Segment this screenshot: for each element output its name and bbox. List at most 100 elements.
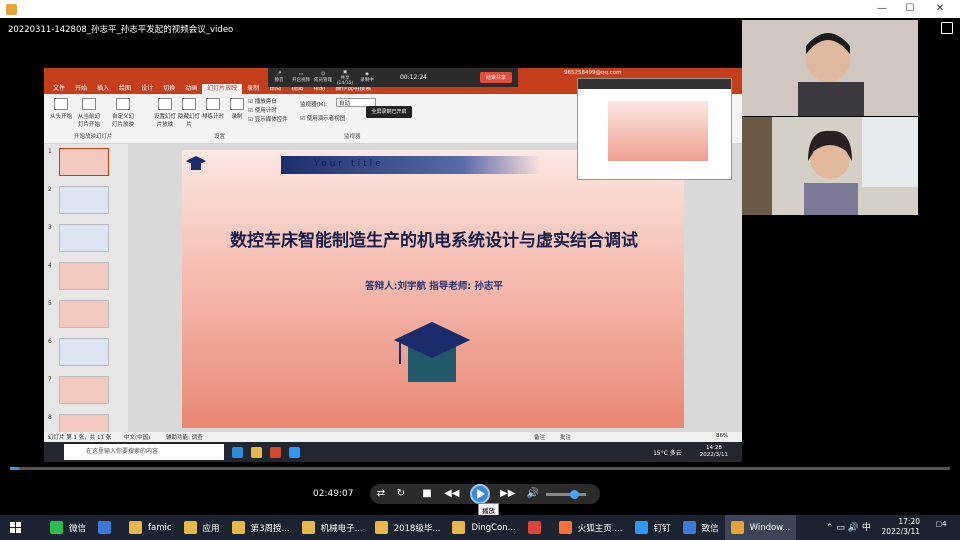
group-monitor: 监视器 [344,134,361,140]
seek-bar[interactable] [10,467,950,470]
folder-icon[interactable] [251,446,262,458]
ppt-tab-2[interactable]: 插入 [92,84,114,94]
taskbar-item[interactable]: 第3周授... [226,515,296,540]
taskbar-item[interactable]: 火狐主页 ... [553,515,629,540]
check-narration[interactable]: ☑ 播放旁白 [248,98,288,107]
taskbar-item[interactable] [92,515,123,540]
ppt-tab-6[interactable]: 动画 [180,84,202,94]
ribbon-hide-slide[interactable]: 隐藏幻灯片 [176,98,202,128]
ppt-tab-0[interactable]: 文件 [48,84,70,94]
powerpoint-icon[interactable] [270,446,281,458]
close-button[interactable]: ✕ [930,2,950,16]
taskbar-label: 第3周授... [250,523,290,534]
slide-thumbnail[interactable] [59,338,109,366]
app-icon [98,521,112,534]
slide-subtitle: 答辩人:刘宇航 指导老师: 孙志平 [365,281,503,292]
app-icon [231,521,245,534]
ime-indicator[interactable]: 中 [862,523,871,533]
thumbnail-number: 4 [48,262,52,269]
app-icon [301,521,315,534]
account-email: 965258499@qq.com [564,70,622,76]
taskbar-item[interactable]: 微信 [44,515,92,540]
notification-icon[interactable]: ▢4 [934,520,948,534]
ribbon-record[interactable]: 录制 [224,98,250,120]
ppt-tab-8[interactable]: 录制 [242,84,264,94]
slide-count: 幻灯片 第 1 张，共 11 张 [48,435,112,441]
maximize-button[interactable]: ☐ [900,2,920,16]
slide-thumbnail[interactable] [59,224,109,252]
start-button[interactable] [0,515,32,540]
taskbar-item[interactable]: Window... [724,515,797,540]
shuffle-icon[interactable]: ⇄ [374,487,388,501]
next-icon[interactable]: ▶▶ [500,487,515,501]
system-clock[interactable]: 17:20 2022/3/11 [880,517,920,537]
ribbon-setup-show[interactable]: 设置幻灯片放映 [152,98,178,128]
volume-slider[interactable] [546,490,586,499]
edge-icon[interactable] [232,446,243,458]
slide-thumbnail[interactable] [59,300,109,328]
tray-icons[interactable]: ⌃ ▭ 🔊 中 [826,520,871,533]
play-button[interactable] [470,484,490,504]
fullscreen-icon[interactable] [941,22,953,34]
stop-icon[interactable]: ■ [420,487,434,501]
volume-knob[interactable] [570,490,579,499]
taskbar-item[interactable]: 应用 [178,515,226,540]
ribbon-from-start[interactable]: 从头开始 [48,98,74,120]
your-title-text: Your title [314,159,384,169]
ribbon-from-current[interactable]: 从当前幻灯片开始 [76,98,102,128]
ppt-tab-5[interactable]: 切换 [158,84,180,94]
zoom-level[interactable]: 86% [716,433,728,439]
preview-window [577,78,732,180]
slide-thumbnail[interactable] [59,186,109,214]
slide-thumbnail[interactable] [59,376,109,404]
ribbon-rehearse[interactable]: 排练计时 [200,98,226,120]
taskbar-item[interactable]: 机械电子... [296,515,369,540]
ppt-tab-3[interactable]: 绘图 [114,84,136,94]
thumbnail-number: 7 [48,376,52,383]
slide-thumbnail[interactable] [59,148,109,176]
ppt-tab-4[interactable]: 设计 [136,84,158,94]
taskbar-item[interactable]: 2018级毕... [369,515,447,540]
group-start-show: 开始放映幻灯片 [74,134,113,140]
record-button[interactable]: ◉ 录制中 [356,72,378,83]
taskbar-label: 2018级毕... [393,523,441,534]
thumbnail-number: 8 [48,414,52,421]
dingtalk-icon[interactable] [289,446,300,458]
ppt-tab-7[interactable]: 幻灯片放映 [202,84,243,94]
check-media[interactable]: ☑ 显示媒体控件 [248,116,288,125]
comments-button[interactable]: 批注 [560,433,571,441]
thumbnail-number: 5 [48,300,52,307]
slide-thumbnails: 1 2 3 4 5 6 7 8 [44,144,128,442]
app-icon [129,521,143,534]
video-button[interactable]: ▭ 开启视频 [290,72,312,83]
webcam-participant-1 [742,20,918,116]
taskbar-item[interactable]: 致信 [677,515,725,540]
taskbar-item[interactable]: famic [123,515,178,540]
app-icon [558,521,572,534]
taskbar-item[interactable] [522,515,553,540]
taskbar-label: 机械电子... [320,523,363,534]
slide-thumbnail[interactable] [59,262,109,290]
taskbar-label: DingCon... [471,522,516,533]
end-share-button[interactable]: 结束共享 [479,72,512,83]
meeting-toolbar: 🎤 静音 ▭ 开启视频 ☺ 成员管理 ▣ 共享(14/15) ◉ 录制中 00:12:24… [268,68,518,87]
app-icon [527,521,541,534]
ribbon-custom-show[interactable]: 自定义幻灯片放映 [110,98,136,128]
notes-button[interactable]: 备注 [534,433,545,441]
thumbnail-number: 3 [48,224,52,231]
repeat-icon[interactable]: ↻ [394,487,408,501]
volume-icon[interactable]: 🔊 [526,487,540,501]
taskbar-item[interactable]: 钉钉 [629,515,677,540]
ppt-tab-1[interactable]: 开始 [70,84,92,94]
inner-search-box[interactable]: 在这里输入你要搜索的内容 [64,444,224,460]
taskbar-item[interactable]: DingCon... [446,515,521,540]
share-button[interactable]: ▣ 共享(14/15) [334,70,356,86]
previous-icon[interactable]: ◀◀ [444,487,459,501]
windows-icon [10,521,21,533]
check-presenter-view[interactable]: ☑ 使用演示者视图 [300,114,345,122]
mute-button[interactable]: 🎤 静音 [268,72,290,83]
accessibility[interactable]: 辅助功能: 调查 [166,433,203,441]
members-button[interactable]: ☺ 成员管理 [312,72,334,83]
minimize-button[interactable]: — [872,2,892,16]
check-timing[interactable]: ☑ 使用计时 [248,107,288,116]
